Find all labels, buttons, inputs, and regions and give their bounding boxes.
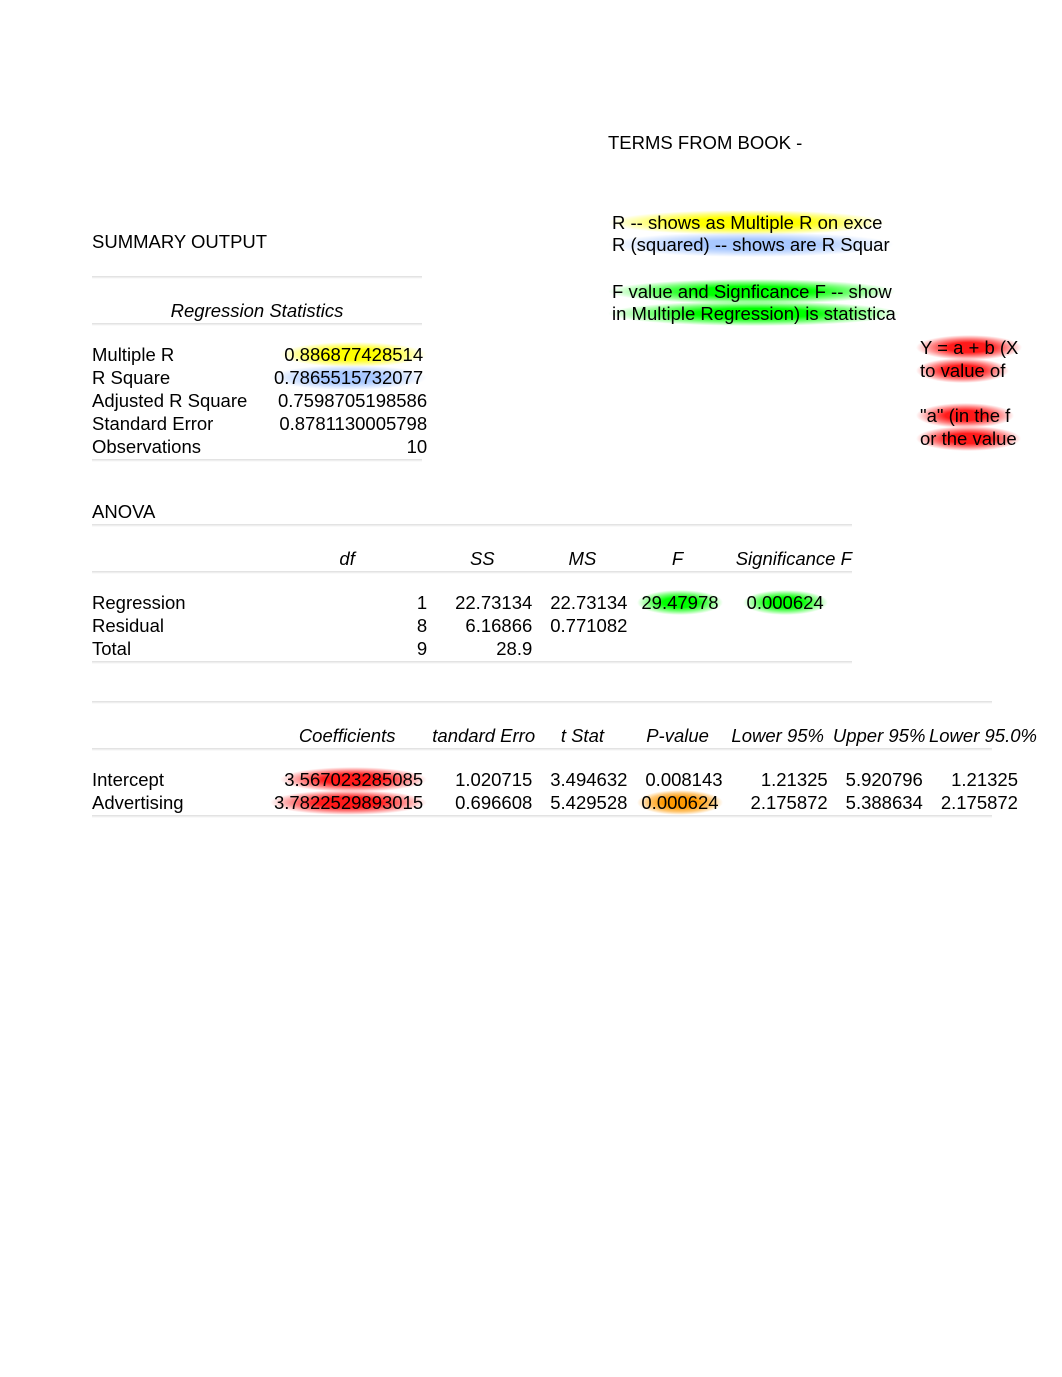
- anova-header-ms: MS: [537, 547, 627, 570]
- value-observations: 10: [267, 435, 427, 458]
- coef-intercept-coef: 3.567023285085: [280, 767, 427, 792]
- anova-total-label: Total: [92, 637, 262, 660]
- anova-residual-df: 8: [267, 614, 427, 637]
- coef-intercept-se: 1.020715: [432, 768, 532, 791]
- coef-intercept-label: Intercept: [92, 768, 262, 791]
- anova-regression-label: Regression: [92, 591, 262, 614]
- label-std-error: Standard Error: [92, 412, 262, 435]
- regression-output: SUMMARY OUTPUT Regression Statistics Mul…: [92, 130, 1052, 838]
- anova-regression-ms: 22.73134: [537, 591, 627, 614]
- coef-intercept-tstat: 3.494632: [537, 768, 627, 791]
- coef-intercept-l950: 1.21325: [928, 768, 1018, 791]
- coef-advertising-u95: 5.388634: [833, 791, 923, 814]
- coef-header-tstat: t Stat: [537, 724, 627, 747]
- value-std-error: 0.8781130005798: [267, 412, 427, 435]
- value-adj-r-square: 0.7598705198586: [267, 389, 427, 412]
- summary-output-title: SUMMARY OUTPUT: [92, 230, 1052, 253]
- value-r-square: 0.7865515732077: [270, 365, 427, 390]
- coef-intercept-l95: 1.21325: [728, 768, 828, 791]
- coef-advertising-label: Advertising: [92, 791, 262, 814]
- coef-header-lower950: Lower 95.0%: [928, 724, 1038, 747]
- coef-advertising-l95: 2.175872: [728, 791, 828, 814]
- coef-intercept-pval: 0.008143: [633, 768, 723, 791]
- coef-advertising-l950: 2.175872: [928, 791, 1018, 814]
- label-r-square: R Square: [92, 366, 262, 389]
- coef-advertising-pval: 0.000624: [637, 790, 722, 815]
- anova-header-f: F: [633, 547, 723, 570]
- coef-advertising-tstat: 5.429528: [537, 791, 627, 814]
- anova-regression-f: 29.47978: [637, 590, 722, 615]
- coef-intercept-u95: 5.920796: [833, 768, 923, 791]
- anova-header-sigf: Significance F: [728, 547, 878, 570]
- coef-header-stderr: tandard Erro: [432, 724, 532, 747]
- label-adj-r-square: Adjusted R Square: [92, 389, 262, 412]
- coef-header-lower95: Lower 95%: [728, 724, 828, 747]
- value-multiple-r: 0.886877428514: [280, 342, 427, 367]
- coef-header-upper95: Upper 95%: [833, 724, 923, 747]
- anova-regression-sigf: 0.000624: [743, 590, 828, 615]
- coef-header-coefficients: Coefficients: [267, 724, 427, 747]
- anova-residual-ms: 0.771082: [537, 614, 627, 637]
- anova-header-df: df: [267, 547, 427, 570]
- anova-title: ANOVA: [92, 500, 1052, 523]
- label-multiple-r: Multiple R: [92, 343, 262, 366]
- anova-total-df: 9: [267, 637, 427, 660]
- anova-total-ss: 28.9: [432, 637, 532, 660]
- anova-regression-ss: 22.73134: [432, 591, 532, 614]
- anova-regression-df: 1: [267, 591, 427, 614]
- anova-residual-label: Residual: [92, 614, 262, 637]
- label-observations: Observations: [92, 435, 262, 458]
- coef-advertising-se: 0.696608: [432, 791, 532, 814]
- coef-header-pvalue: P-value: [633, 724, 723, 747]
- regression-statistics-header: Regression Statistics: [92, 299, 422, 322]
- anova-residual-ss: 6.16866: [432, 614, 532, 637]
- coef-advertising-coef: 3.7822529893015: [270, 790, 427, 815]
- anova-header-ss: SS: [432, 547, 532, 570]
